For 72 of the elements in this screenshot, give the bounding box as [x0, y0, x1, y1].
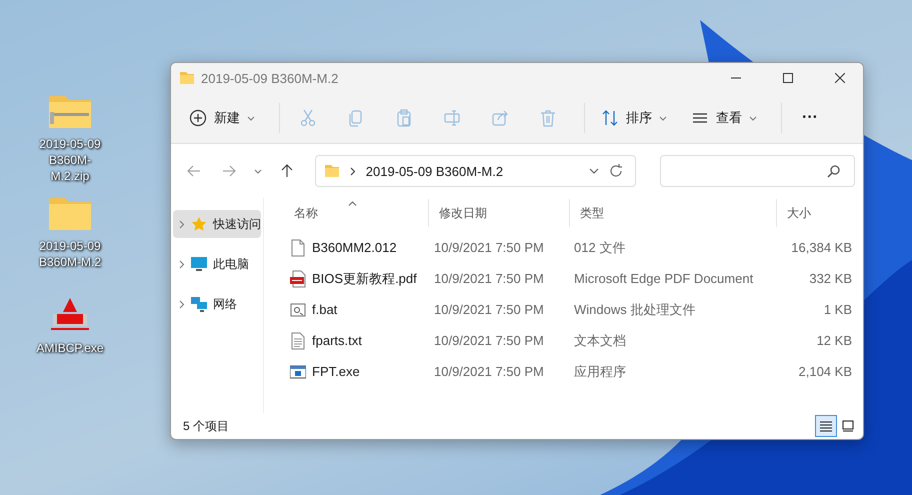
details-view-button[interactable]	[815, 415, 837, 437]
address-path: 2019-05-09 B360M-M.2	[366, 164, 504, 178]
sidebar-item[interactable]: 此电脑	[173, 250, 261, 278]
forward-arrow-icon	[222, 164, 236, 178]
type-cell-text: 文本文档	[573, 332, 627, 350]
pdf-file-icon	[290, 270, 306, 288]
caret-icon	[659, 116, 667, 120]
chevron-right-icon	[350, 166, 356, 176]
sidebar-item[interactable]: 网络	[173, 290, 261, 318]
file-name[interactable]: f.bat	[312, 302, 338, 317]
file-name[interactable]: B360MM2.012	[312, 240, 397, 255]
search-icon	[827, 164, 840, 178]
chevron-right-icon	[179, 220, 185, 228]
caret-icon	[247, 116, 255, 120]
size-cell-text: 1 KB	[822, 302, 852, 317]
column-header[interactable]: 名称	[284, 199, 429, 227]
lines-icon	[820, 420, 832, 432]
address-bar[interactable]: 2019-05-09 B360M-M.2	[314, 155, 636, 187]
window-title: 2019-05-09 B360M-M.2	[201, 70, 338, 86]
refresh-icon[interactable]	[609, 164, 624, 178]
rename-icon	[443, 109, 461, 127]
file-name[interactable]: fparts.txt	[312, 333, 362, 348]
sort-arrows-icon	[601, 109, 619, 127]
date-cell-text: 10/9/2021 7:50 PM	[433, 364, 545, 379]
size-cell-text: 2,104 KB	[798, 364, 852, 379]
sort-up-icon	[348, 201, 357, 206]
share-icon	[491, 109, 509, 127]
type-cell-text: Windows 批处理文件	[573, 300, 696, 318]
close-icon	[835, 73, 845, 83]
up-arrow-icon	[280, 164, 294, 178]
file-name[interactable]: BIOS更新教程.pdf	[312, 270, 417, 288]
text-file-icon	[290, 332, 306, 350]
type-cell-text: Microsoft Edge PDF Document	[573, 271, 754, 286]
plus-circle-icon	[189, 109, 207, 127]
back-arrow-icon	[187, 164, 202, 178]
star-icon	[191, 216, 207, 232]
maximize-icon	[783, 73, 793, 83]
size-cell-text: 332 KB	[808, 271, 852, 286]
monitor-icon	[191, 256, 207, 272]
chevron-right-icon	[179, 260, 185, 268]
clipboard-icon	[395, 109, 413, 127]
network-monitors-icon	[191, 296, 207, 312]
column-header[interactable]: 修改日期	[429, 199, 570, 227]
folder-icon	[179, 70, 195, 86]
caret-icon	[254, 168, 262, 174]
sidebar-item[interactable]: 快速访问	[173, 210, 261, 238]
type-cell-text: 012 文件	[573, 238, 626, 256]
file-icon	[290, 238, 306, 256]
caret-icon	[749, 116, 757, 120]
window-app-icon	[290, 362, 306, 380]
more-button[interactable]: ···	[790, 100, 830, 136]
scissors-icon	[299, 109, 317, 127]
new-button[interactable]: 新建	[181, 100, 263, 136]
type-cell-text: 应用程序	[573, 362, 627, 380]
sort-button[interactable]: 排序	[593, 100, 675, 136]
folder-icon	[324, 163, 340, 179]
chevron-down-icon	[589, 168, 600, 174]
search-field[interactable]	[660, 155, 856, 187]
date-cell-text: 10/9/2021 7:50 PM	[433, 240, 545, 255]
size-cell-text: 12 KB	[816, 333, 852, 348]
file-name[interactable]: FPT.exe	[312, 364, 360, 379]
column-header[interactable]: 大小	[777, 199, 863, 227]
item-count: 5 个项目	[183, 418, 230, 434]
column-header[interactable]: 类型	[570, 199, 777, 227]
square-icon	[842, 420, 854, 432]
date-cell-text: 10/9/2021 7:50 PM	[433, 333, 545, 348]
chevron-right-icon	[179, 300, 185, 308]
view-button[interactable]: 查看	[683, 100, 765, 136]
trash-icon	[539, 109, 557, 127]
date-cell-text: 10/9/2021 7:50 PM	[433, 302, 545, 317]
size-cell-text: 16,384 KB	[790, 240, 852, 255]
date-cell-text: 10/9/2021 7:50 PM	[433, 271, 545, 286]
